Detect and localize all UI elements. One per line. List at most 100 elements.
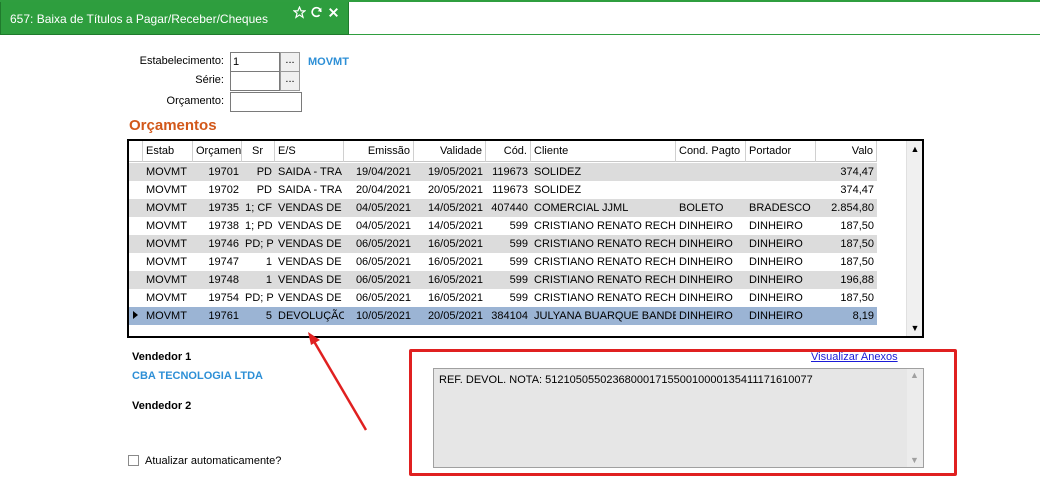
window-tab[interactable]: 657: Baixa de Títulos a Pagar/Receber/Ch… <box>0 2 349 35</box>
cell-sr: PD <box>256 184 272 196</box>
cell-cliente: COMERCIAL JJML <box>534 202 629 214</box>
atualizar-checkbox[interactable] <box>128 455 139 466</box>
tab-line <box>349 34 1040 35</box>
vendedor2-label: Vendedor 2 <box>132 400 192 412</box>
cell-cod: 119673 <box>492 166 528 178</box>
table-row[interactable]: MOVMT 19701 PD SAIDA - TRA 19/04/2021 19… <box>129 163 877 181</box>
cell-estab: MOVMT <box>146 220 187 232</box>
cell-sr: 5 <box>265 310 272 322</box>
annotation-highlight-box <box>409 349 957 476</box>
estabelecimento-lookup-button[interactable]: ... <box>280 52 300 72</box>
table-row[interactable]: MOVMT 19738 1; PD VENDAS DE 04/05/2021 1… <box>129 217 877 235</box>
cell-estab: MOVMT <box>146 292 187 304</box>
header-indicator <box>129 141 143 162</box>
cell-es: VENDAS DE <box>278 256 342 268</box>
table-row[interactable]: MOVMT 19747 1 VENDAS DE 06/05/2021 16/05… <box>129 253 877 271</box>
cell-estab: MOVMT <box>146 274 187 286</box>
row-indicator <box>129 235 143 253</box>
cell-portador: DINHEIRO <box>749 220 803 232</box>
cell-validade: 14/05/2021 <box>427 220 483 232</box>
cell-valor: 187,50 <box>840 238 874 250</box>
cell-estab: MOVMT <box>146 310 187 322</box>
cell-es: VENDAS DE <box>278 274 342 286</box>
cell-validade: 16/05/2021 <box>427 256 483 268</box>
cell-estab: MOVMT <box>146 184 187 196</box>
cell-sr: 1; PD <box>245 220 273 232</box>
cell-cliente: CRISTIANO RENATO RECH <box>534 292 676 304</box>
orcamento-label: Orçamento: <box>166 95 224 107</box>
row-indicator <box>129 163 143 181</box>
cell-es: VENDAS DE <box>278 220 342 232</box>
grid-vertical-scrollbar[interactable]: ▲ ▼ <box>906 141 922 336</box>
row-indicator <box>129 181 143 199</box>
serie-input[interactable] <box>230 71 280 91</box>
table-row-selected[interactable]: MOVMT 19761 5 DEVOLUÇÃO 10/05/2021 20/05… <box>129 307 877 325</box>
cell-portador <box>746 163 816 181</box>
header-es[interactable]: E/S <box>275 141 344 162</box>
cell-emissao: 04/05/2021 <box>355 220 411 232</box>
table-row[interactable]: MOVMT 19754 PD; P VENDAS DE 06/05/2021 1… <box>129 289 877 307</box>
serie-lookup-button[interactable]: ... <box>280 71 300 91</box>
star-icon[interactable] <box>293 6 306 19</box>
estabelecimento-label: Estabelecimento: <box>139 55 224 67</box>
scroll-thumb[interactable] <box>908 159 922 319</box>
scroll-down-icon[interactable]: ▼ <box>907 320 922 336</box>
cell-portador: DINHEIRO <box>749 238 803 250</box>
cell-cliente: JULYANA BUARQUE BANDE <box>534 310 676 322</box>
table-row[interactable]: MOVMT 19748 1 VENDAS DE 06/05/2021 16/05… <box>129 271 877 289</box>
cell-portador: BRADESCO <box>749 202 811 214</box>
cell-estab: MOVMT <box>146 202 187 214</box>
cell-emissao: 19/04/2021 <box>355 166 411 178</box>
cell-valor: 187,50 <box>840 220 874 232</box>
scroll-up-icon[interactable]: ▲ <box>907 141 922 157</box>
cell-emissao: 04/05/2021 <box>355 202 411 214</box>
cell-emissao: 06/05/2021 <box>355 256 411 268</box>
close-icon[interactable] <box>327 6 340 19</box>
cell-cod: 599 <box>509 274 528 286</box>
cell-valor: 2.854,80 <box>831 202 874 214</box>
cell-valor: 196,88 <box>840 274 874 286</box>
orcamentos-grid[interactable]: Estab Orçamen Sr E/S Emissão Validade Có… <box>127 139 924 338</box>
header-sr[interactable]: Sr <box>242 141 275 162</box>
cell-portador: DINHEIRO <box>749 256 803 268</box>
row-indicator <box>129 217 143 235</box>
row-indicator <box>129 253 143 271</box>
cell-cliente: SOLIDEZ <box>534 166 582 178</box>
header-cond-pagto[interactable]: Cond. Pagto <box>676 141 746 162</box>
cell-cliente: CRISTIANO RENATO RECH <box>534 238 676 250</box>
estabelecimento-input[interactable]: 1 <box>230 52 280 72</box>
table-row[interactable]: MOVMT 19746 PD; P VENDAS DE 06/05/2021 1… <box>129 235 877 253</box>
table-row[interactable]: MOVMT 19735 1; CF VENDAS DE 04/05/2021 1… <box>129 199 877 217</box>
tab-title: 657: Baixa de Títulos a Pagar/Receber/Ch… <box>10 12 268 26</box>
cell-cond-pagto <box>676 163 746 181</box>
grid-header: Estab Orçamen Sr E/S Emissão Validade Có… <box>129 141 877 162</box>
header-emissao[interactable]: Emissão <box>344 141 414 162</box>
header-cod[interactable]: Cód. <box>486 141 531 162</box>
header-orcamento[interactable]: Orçamen <box>193 141 242 162</box>
vendedor1-value: CBA TECNOLOGIA LTDA <box>132 370 263 382</box>
cell-emissao: 06/05/2021 <box>355 238 411 250</box>
cell-cond-pagto: DINHEIRO <box>679 220 733 232</box>
cell-cod: 119673 <box>492 184 528 196</box>
orcamento-input[interactable] <box>230 92 302 112</box>
cell-portador: DINHEIRO <box>749 274 803 286</box>
cell-valor: 187,50 <box>840 292 874 304</box>
table-row[interactable]: MOVMT 19702 PD SAIDA - TRA 20/04/2021 20… <box>129 181 877 199</box>
header-estab[interactable]: Estab <box>143 141 193 162</box>
header-validade[interactable]: Validade <box>414 141 486 162</box>
cell-sr: 1 <box>265 274 272 286</box>
cell-valor: 374,47 <box>840 166 874 178</box>
cell-orcamento: 19748 <box>208 274 239 286</box>
cell-valor: 187,50 <box>840 256 874 268</box>
cell-cond-pagto: DINHEIRO <box>679 238 733 250</box>
cell-portador: DINHEIRO <box>749 310 803 322</box>
cell-cod: 599 <box>509 256 528 268</box>
header-valor[interactable]: Valo <box>816 141 877 162</box>
atualizar-label: Atualizar automaticamente? <box>145 455 282 467</box>
cell-validade: 16/05/2021 <box>427 292 483 304</box>
cell-estab: MOVMT <box>146 238 187 250</box>
header-cliente[interactable]: Cliente <box>531 141 676 162</box>
header-portador[interactable]: Portador <box>746 141 816 162</box>
cell-es: VENDAS DE <box>278 292 342 304</box>
refresh-icon[interactable] <box>310 6 323 19</box>
